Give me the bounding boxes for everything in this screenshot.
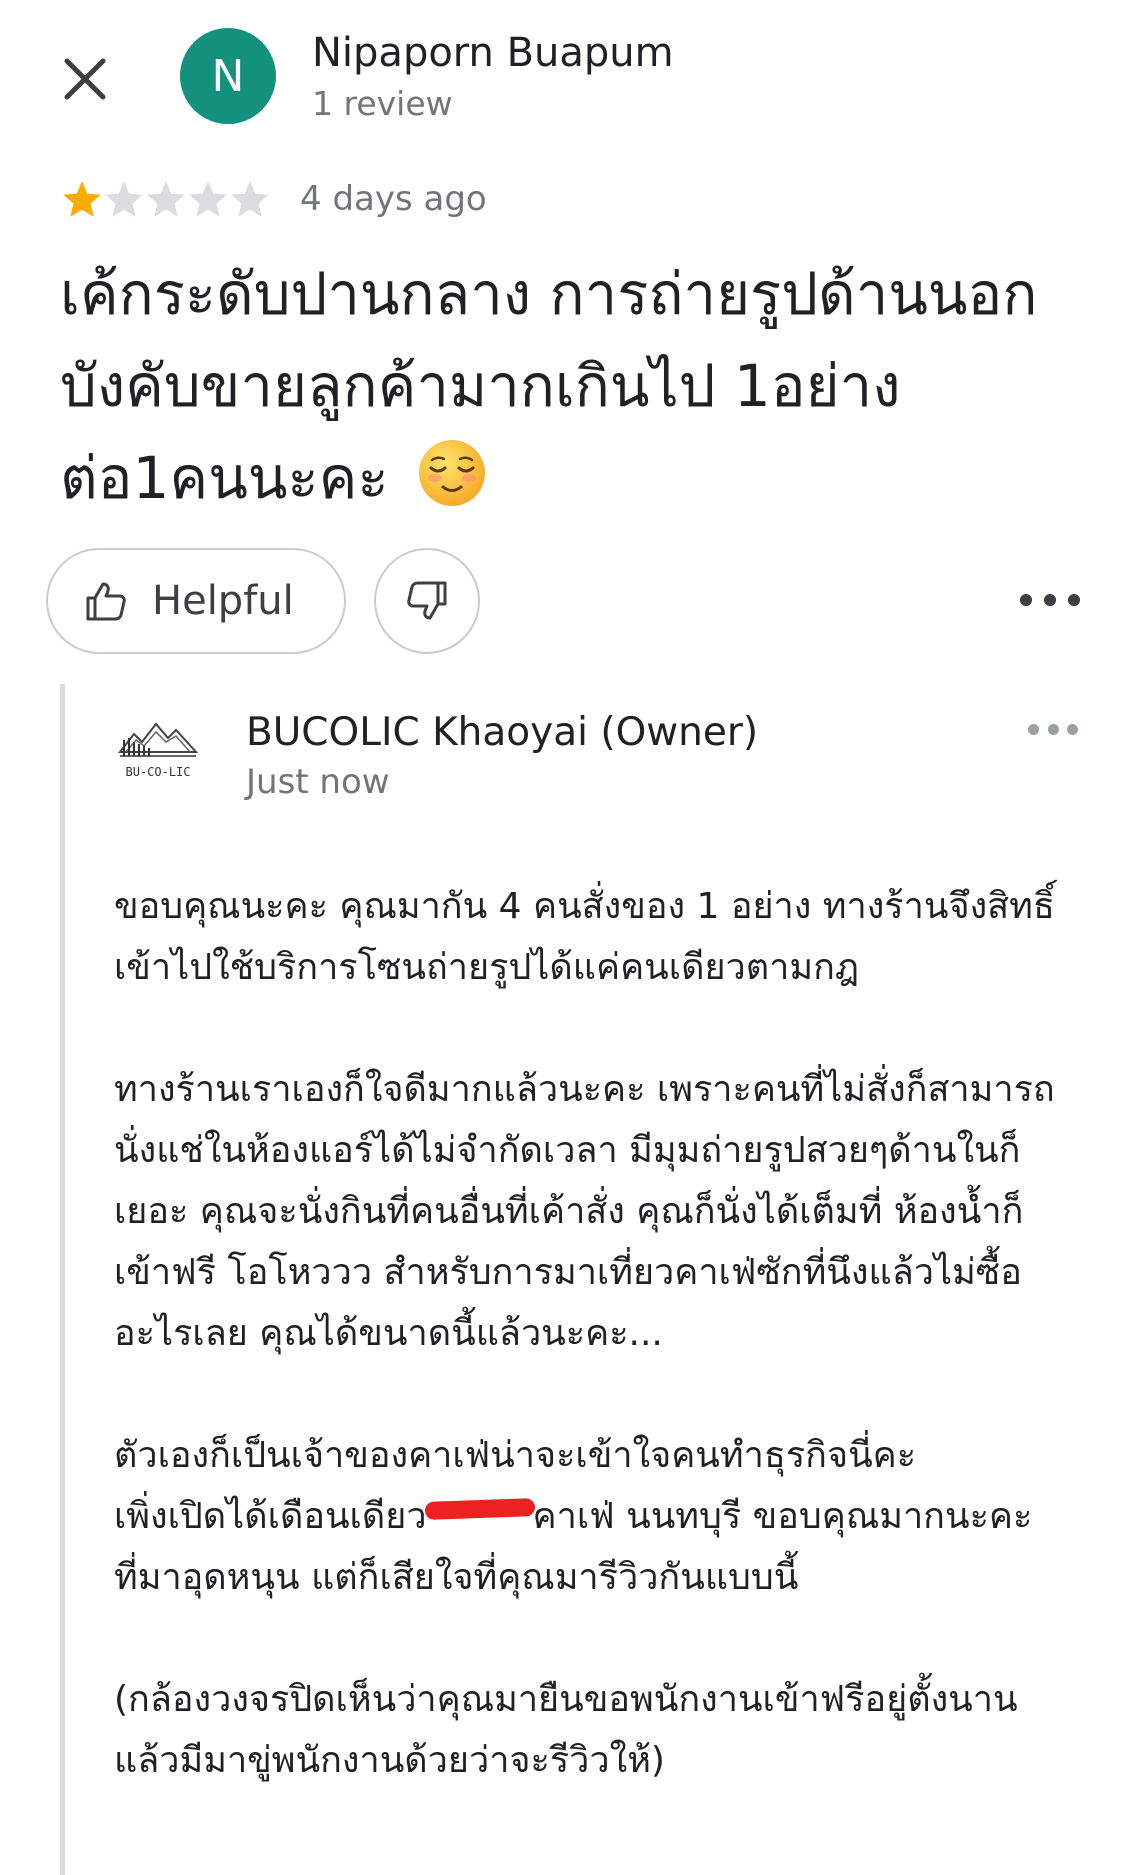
thumbs-up-icon [86,582,126,621]
star-empty-icon [231,181,269,217]
bucolic-logo: BU-CO-LIC [117,722,199,779]
close-icon [64,58,106,100]
avatar[interactable]: N [180,28,276,124]
star-filled-icon [63,181,101,217]
review-date: 4 days ago [300,179,487,219]
star-empty-icon [189,181,227,217]
reply-paragraph: ขอบคุณนะคะ คุณมากัน 4 คนสั่งของ 1 อย่าง … [114,886,1055,988]
owner-reply-text: ขอบคุณนะคะ คุณมากัน 4 คนสั่งของ 1 อย่าง … [114,876,1069,1852]
relieved-face-emoji [419,440,486,506]
review-text: เค้กระดับปานกลาง การถ่ายรูปด้านนอก บังคั… [60,248,1070,524]
redaction-mark [424,1498,535,1520]
more-options-button[interactable] [1020,580,1080,620]
review-text-body: เค้กระดับปานกลาง การถ่ายรูปด้านนอก บังคั… [60,260,1038,512]
owner-name: BUCOLIC Khaoyai (Owner) [246,710,759,755]
reply-paragraph: (กล้องวงจรปิดเห็นว่าคุณมายืนขอพนักงานเข้… [114,1679,1018,1781]
star-rating [62,179,272,219]
owner-reply-time: Just now [246,762,390,802]
reviewer-review-count: 1 review [312,84,453,123]
helpful-button[interactable]: Helpful [46,548,346,654]
thumbs-down-icon [407,581,447,620]
not-helpful-button[interactable] [374,548,480,654]
close-button[interactable] [56,50,114,108]
reply-paragraph: ตัวเองก็เป็นเจ้าของคาเฟ่น่าจะเข้าใจคนทำธ… [114,1425,1069,1608]
owner-more-options-button[interactable] [1028,712,1078,746]
star-empty-icon [147,181,185,217]
more-horizontal-icon [1028,723,1039,735]
reply-paragraph-line: ตัวเองก็เป็นเจ้าของคาเฟ่น่าจะเข้าใจคนทำธ… [114,1435,917,1476]
reply-paragraph: ทางร้านเราเองก็ใจดีมากแล้วนะคะ เพราะคนที… [114,1069,1055,1354]
reviewer-name[interactable]: Nipaporn Buapum [312,30,674,76]
rating-row: 4 days ago [62,175,487,223]
owner-reply-divider [60,684,65,1875]
star-empty-icon [105,181,143,217]
helpful-label: Helpful [152,578,294,624]
reply-text-before-redaction: เพิ่งเปิดได้เดือนเดียว [114,1496,427,1537]
avatar-initial: N [211,50,245,102]
more-horizontal-icon [1020,594,1032,606]
bucolic-logo-text: BU-CO-LIC [125,765,190,779]
